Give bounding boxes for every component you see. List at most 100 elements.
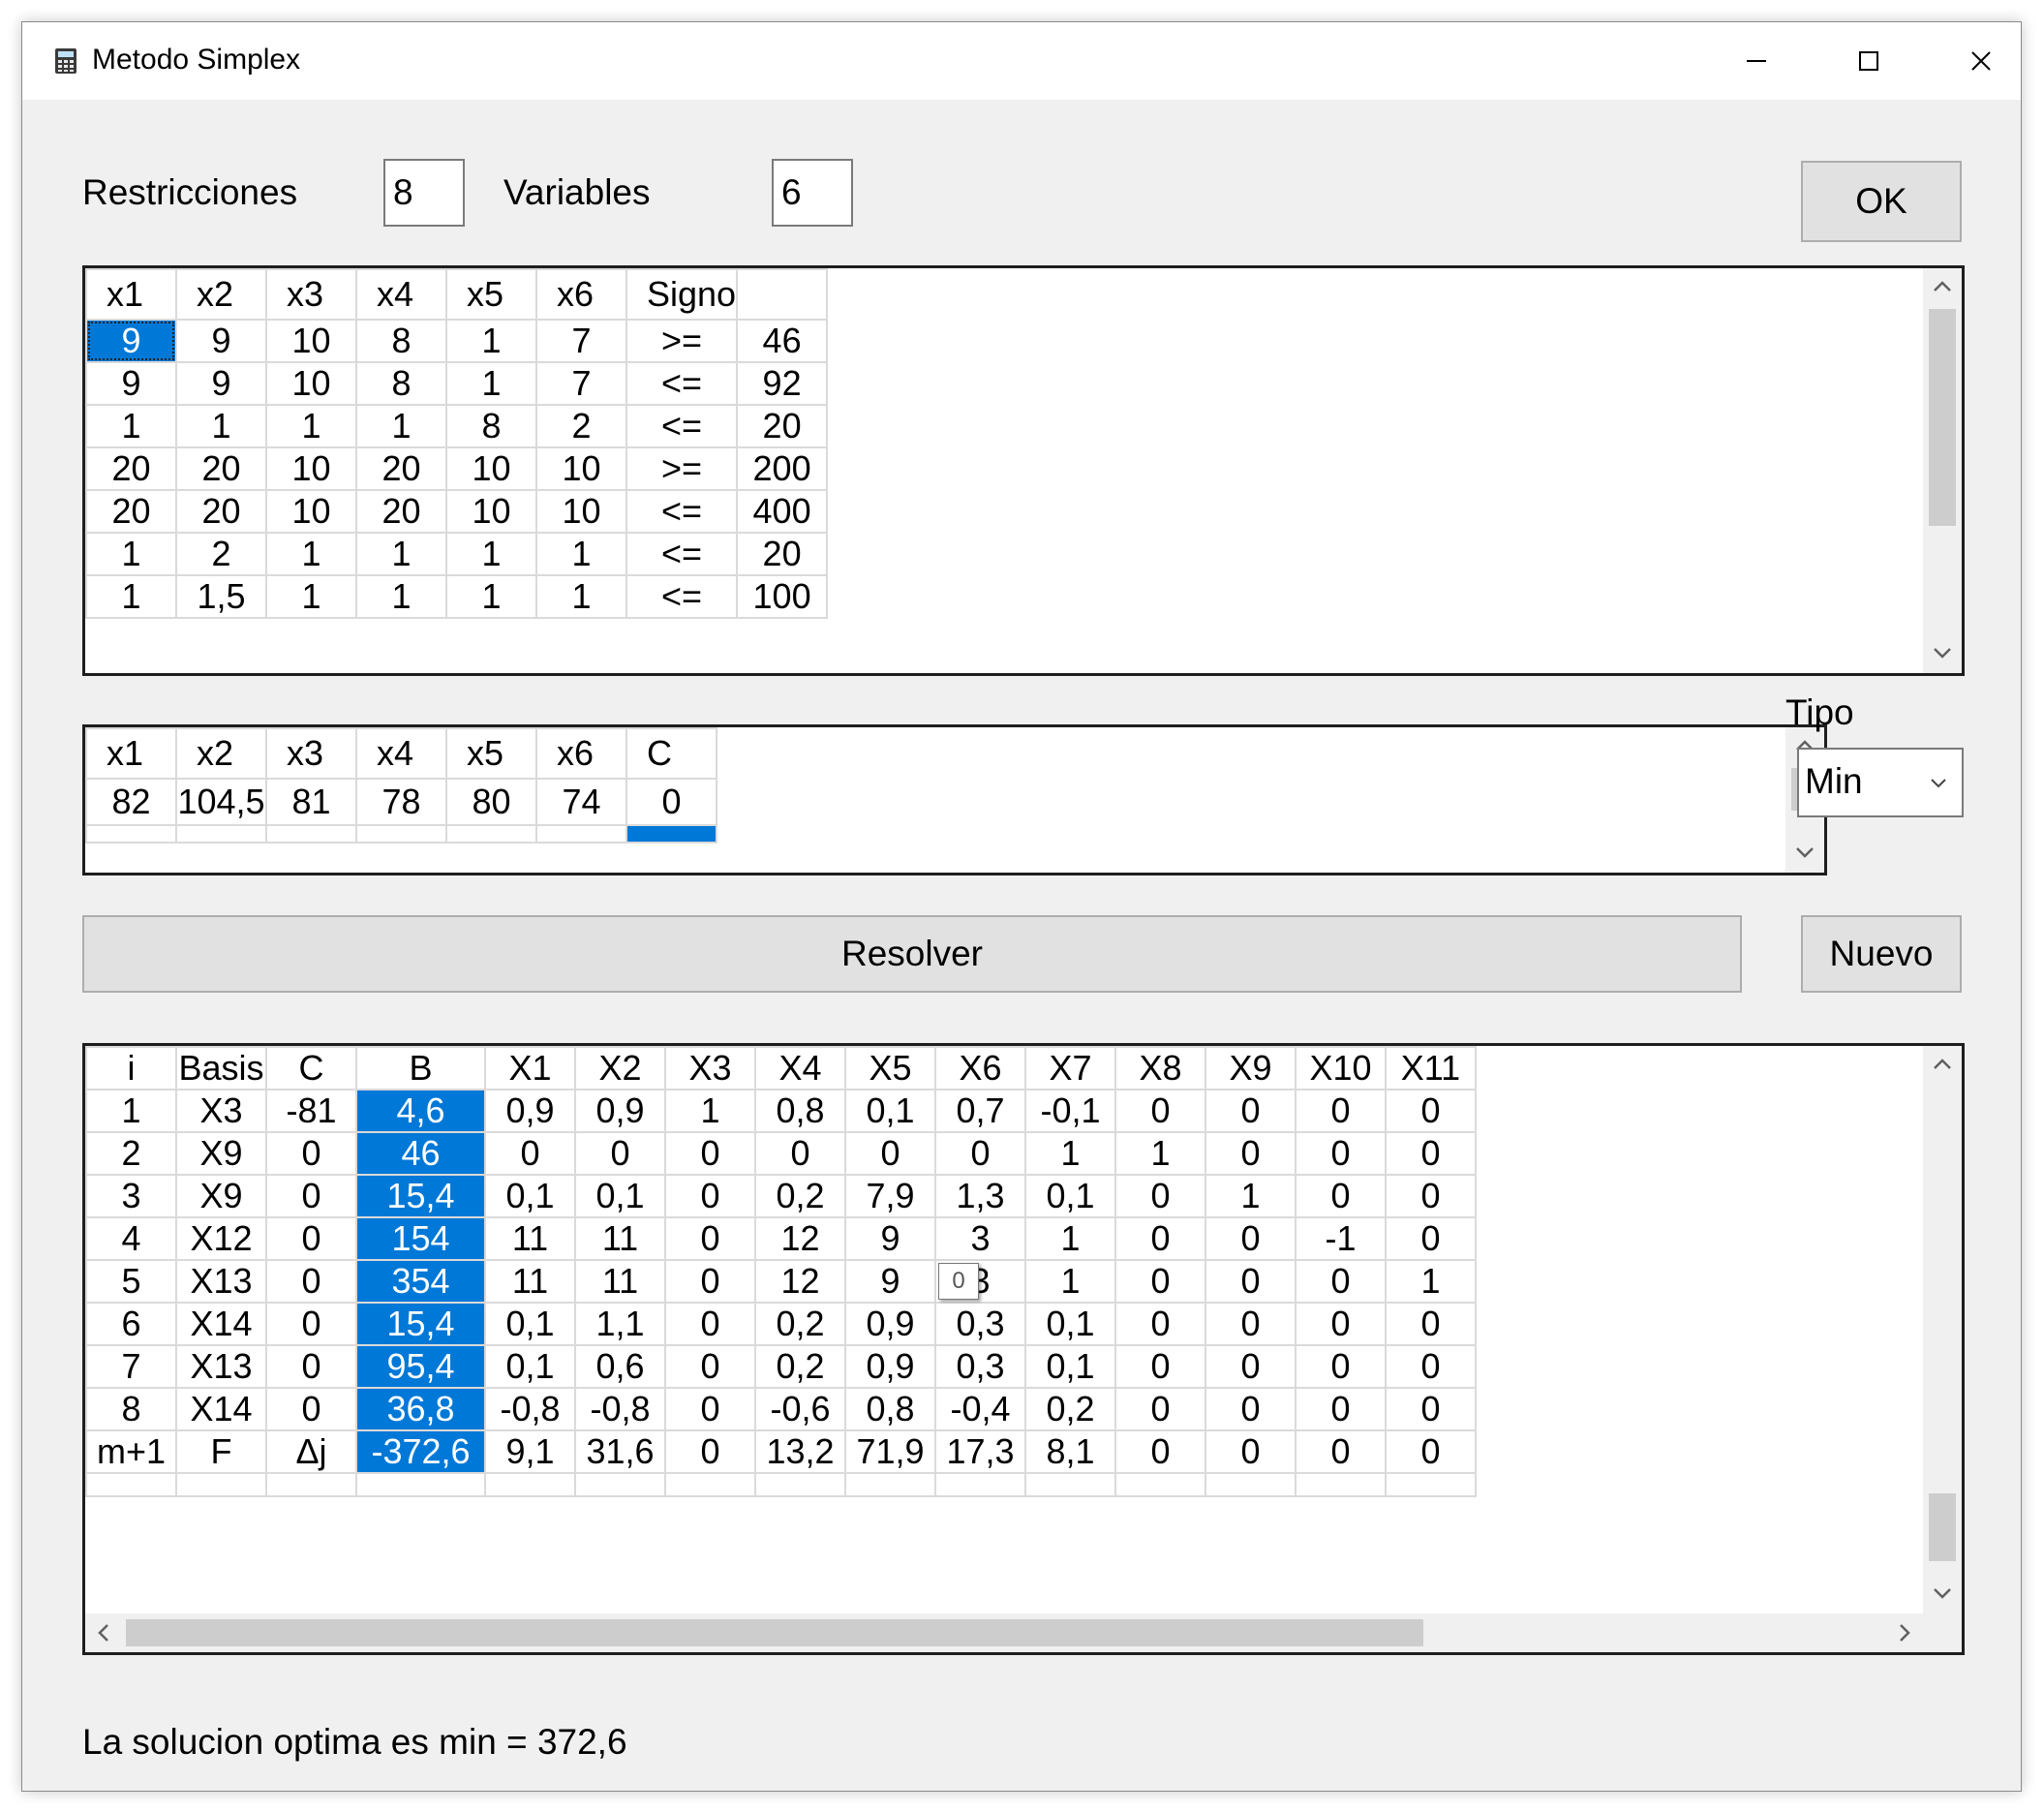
table-cell[interactable]: 10	[265, 319, 357, 363]
table-cell[interactable]	[445, 824, 537, 844]
table-cell[interactable]: X13	[175, 1344, 267, 1389]
column-header[interactable]: X10	[1295, 1046, 1387, 1090]
table-cell[interactable]: 0	[1385, 1131, 1477, 1176]
table-cell[interactable]: 2	[175, 532, 267, 576]
table-cell[interactable]: 1	[1024, 1216, 1116, 1261]
column-header[interactable]: C	[265, 1046, 357, 1090]
table-cell[interactable]: 7	[535, 361, 627, 406]
maximize-button[interactable]	[1813, 22, 1925, 100]
table-cell[interactable]: 46	[355, 1131, 486, 1176]
table-cell[interactable]: 0	[1385, 1174, 1477, 1218]
table-cell[interactable]: 0,1	[484, 1344, 576, 1389]
table-cell[interactable]: 12	[754, 1216, 846, 1261]
column-header[interactable]: x2	[175, 268, 267, 321]
column-header[interactable]	[736, 268, 829, 321]
column-header[interactable]: x1	[85, 268, 177, 321]
table-cell[interactable]: 10	[265, 489, 357, 534]
table-cell[interactable]: -0,4	[934, 1387, 1026, 1431]
table-cell[interactable]: 1	[535, 574, 627, 619]
table-cell[interactable]: X12	[175, 1216, 267, 1261]
table-cell[interactable]: 10	[535, 446, 627, 491]
column-header[interactable]: X9	[1205, 1046, 1297, 1090]
table-cell[interactable]: 0,8	[754, 1089, 846, 1133]
table-cell[interactable]: 0	[664, 1344, 756, 1389]
table-cell[interactable]: 0	[1114, 1216, 1206, 1261]
table-cell[interactable]: 0	[1114, 1429, 1206, 1474]
table-cell[interactable]: 8	[355, 361, 447, 406]
table-cell[interactable]: 0,3	[934, 1302, 1026, 1346]
table-cell[interactable]	[625, 824, 717, 844]
table-cell[interactable]: 10	[265, 446, 357, 491]
table-cell[interactable]	[265, 824, 357, 844]
table-cell[interactable]: 0	[1205, 1344, 1297, 1389]
table-cell[interactable]: 0,1	[844, 1089, 936, 1133]
table-cell[interactable]: 17,3	[934, 1429, 1026, 1474]
table-cell[interactable]: 0	[664, 1259, 756, 1304]
close-button[interactable]	[1925, 22, 2037, 100]
simplex-tableau-grid[interactable]: i Basis C B X1 X2 X3 X4 X5 X6 X7 X8 X9 X10 X11 1 X3 -81 4,…	[82, 1043, 1965, 1655]
table-cell[interactable]: 0	[1205, 1131, 1297, 1176]
column-header[interactable]: i	[85, 1046, 177, 1090]
table-cell[interactable]: 1	[85, 574, 177, 619]
table-cell[interactable]: 0	[1295, 1131, 1387, 1176]
table-cell[interactable]: 0,2	[1024, 1387, 1116, 1431]
table-cell[interactable]: 9	[175, 319, 267, 363]
table-cell[interactable]: 15,4	[355, 1302, 486, 1346]
column-header[interactable]: X3	[664, 1046, 756, 1090]
table-cell[interactable]: 82	[85, 778, 177, 826]
table-cell[interactable]: 1	[664, 1089, 756, 1133]
table-cell[interactable]: 12	[754, 1259, 846, 1304]
table-cell[interactable]: <=	[625, 361, 739, 406]
scroll-thumb[interactable]	[1929, 309, 1956, 526]
table-cell[interactable]: 7	[535, 319, 627, 363]
table-cell[interactable]: >=	[625, 446, 739, 491]
table-cell[interactable]: 0,9	[844, 1344, 936, 1389]
table-cell[interactable]: 81	[265, 778, 357, 826]
table-cell[interactable]: 5	[85, 1259, 177, 1304]
scroll-up-icon[interactable]	[1932, 1056, 1953, 1071]
table-cell[interactable]: 154	[355, 1216, 486, 1261]
column-header[interactable]: x5	[445, 268, 537, 321]
scroll-down-icon[interactable]	[1932, 646, 1953, 661]
table-cell[interactable]	[934, 1472, 1026, 1497]
tableau-horizontal-scrollbar[interactable]	[85, 1613, 1923, 1652]
table-cell[interactable]: 20	[85, 446, 177, 491]
table-cell[interactable]: 0	[484, 1131, 576, 1176]
table-cell[interactable]: Δj	[265, 1429, 357, 1474]
table-cell[interactable]: 0,9	[574, 1089, 666, 1133]
table-cell[interactable]: 2	[535, 404, 627, 448]
table-cell[interactable]: 0	[1295, 1387, 1387, 1431]
column-header[interactable]: x2	[175, 727, 267, 780]
scroll-thumb[interactable]	[126, 1619, 1423, 1646]
column-header[interactable]: x4	[355, 727, 447, 780]
table-cell[interactable]: -0,8	[574, 1387, 666, 1431]
table-cell[interactable]	[175, 1472, 267, 1497]
table-cell[interactable]: -0,1	[1024, 1089, 1116, 1133]
table-cell[interactable]	[265, 1472, 357, 1497]
table-cell[interactable]: 0	[574, 1131, 666, 1176]
table-cell[interactable]: X9	[175, 1131, 267, 1176]
table-cell[interactable]: 7	[85, 1344, 177, 1389]
table-cell[interactable]: 1	[1024, 1131, 1116, 1176]
table-cell[interactable]: 1	[445, 532, 537, 576]
table-cell[interactable]: X9	[175, 1174, 267, 1218]
table-cell[interactable]: 0,8	[844, 1387, 936, 1431]
table-cell[interactable]: 0	[1205, 1216, 1297, 1261]
table-cell[interactable]: 0,6	[574, 1344, 666, 1389]
table-cell[interactable]	[1205, 1472, 1297, 1497]
table-cell[interactable]: 80	[445, 778, 537, 826]
table-cell[interactable]: 31,6	[574, 1429, 666, 1474]
table-cell[interactable]: 0	[1114, 1089, 1206, 1133]
table-cell[interactable]: <=	[625, 574, 739, 619]
column-header[interactable]: X2	[574, 1046, 666, 1090]
table-cell[interactable]: 1	[85, 404, 177, 448]
table-cell[interactable]	[175, 824, 267, 844]
column-header[interactable]: X8	[1114, 1046, 1206, 1090]
scroll-thumb[interactable]	[1929, 1493, 1956, 1561]
table-cell[interactable]: 20	[85, 489, 177, 534]
table-cell[interactable]: 0	[1295, 1174, 1387, 1218]
table-cell[interactable]: 0,9	[484, 1089, 576, 1133]
table-cell[interactable]: 71,9	[844, 1429, 936, 1474]
column-header[interactable]: X5	[844, 1046, 936, 1090]
table-cell[interactable]: 0	[1205, 1387, 1297, 1431]
